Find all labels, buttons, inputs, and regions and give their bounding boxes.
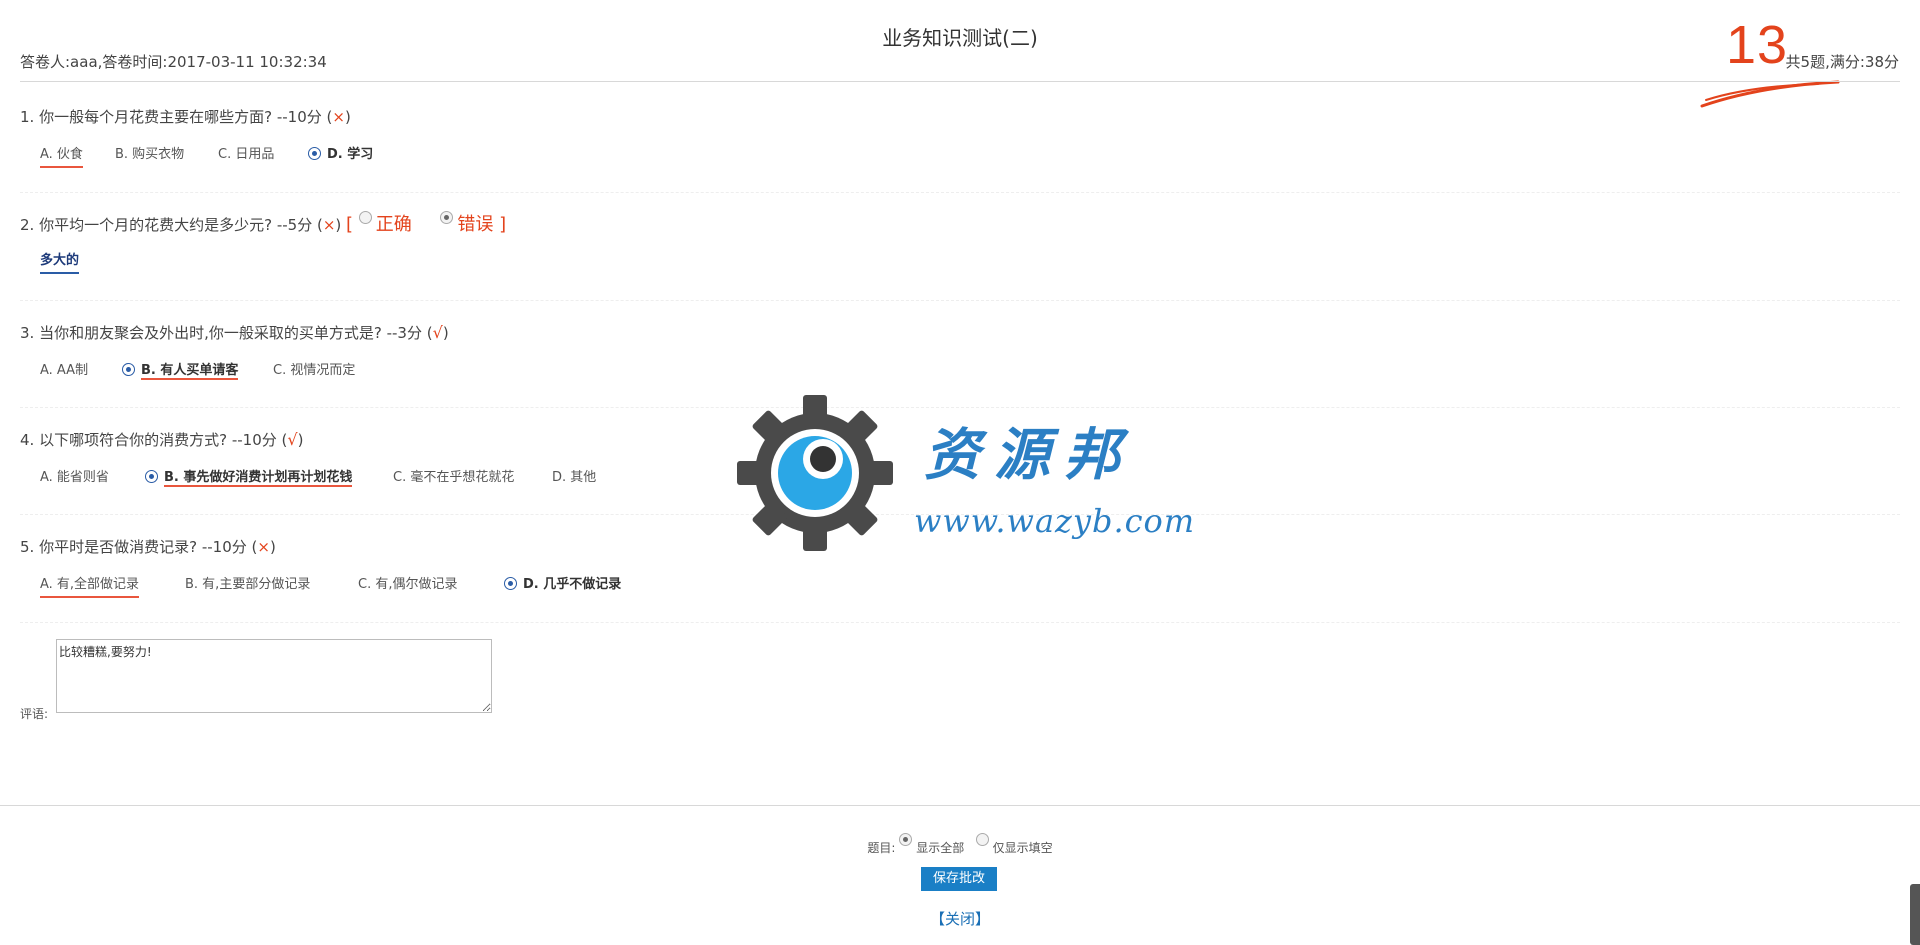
option-a: A. AA制 <box>40 363 89 378</box>
exam-summary: 共5题,满分:38分 <box>1785 53 1899 71</box>
option-d-selected: D. 几乎不做记录 <box>504 574 621 596</box>
question-points: --10分 <box>276 108 322 126</box>
header-divider <box>20 81 1900 82</box>
result-wrong-mark: × <box>322 216 336 234</box>
filter-all-radio[interactable] <box>899 833 913 846</box>
question-points: --5分 <box>276 216 313 234</box>
question-number: 1. <box>20 108 35 126</box>
option-list: A. 伙食 B. 购买衣物 C. 日用品 D. 学习 <box>20 144 1900 168</box>
question-text: 以下哪项符合你的消费方式? <box>39 431 228 449</box>
option-list: A. AA制 B. 有人买单请客 C. 视情况而定 <box>20 360 1900 382</box>
question-divider <box>20 192 1900 193</box>
option-a: A. 伙食 <box>40 144 83 168</box>
question-filter: 题目: 显示全部 仅显示填空 <box>0 833 1920 856</box>
question-text: 你平均一个月的花费大约是多少元? <box>39 216 273 234</box>
result-correct-mark: √ <box>287 430 298 449</box>
option-list: A. 有,全部做记录 B. 有,主要部分做记录 C. 有,偶尔做记录 D. 几乎… <box>20 574 1900 598</box>
judge-group: [ 正确 错误 ] <box>346 211 506 235</box>
total-score: 13 <box>1726 15 1789 75</box>
question-1: 1. 你一般每个月花费主要在哪些方面? --10分 (×) A. 伙食 B. 购… <box>20 106 1900 168</box>
option-a: A. 能省则省 <box>40 470 109 485</box>
question-divider <box>20 300 1900 301</box>
question-points: --3分 <box>386 324 422 342</box>
judge-wrong-label: 错误 <box>457 214 494 235</box>
question-title: 3. 当你和朋友聚会及外出时,你一般采取的买单方式是? --3分 (√) <box>20 323 449 342</box>
radio-selected-icon <box>145 470 158 483</box>
radio-selected-icon <box>308 147 321 160</box>
option-d: D. 其他 <box>552 470 597 485</box>
filter-label: 题目: <box>867 841 896 855</box>
fill-in-answer: 多大的 <box>40 250 80 274</box>
gear-eye-logo-icon <box>737 395 893 551</box>
question-title: 1. 你一般每个月花费主要在哪些方面? --10分 (×) <box>20 108 351 126</box>
option-d-selected: D. 学习 <box>308 144 373 166</box>
comment-textarea[interactable]: 比较糟糕,要努力! <box>56 639 492 713</box>
question-text: 你平时是否做消费记录? <box>39 538 198 556</box>
question-number: 2. <box>20 216 35 234</box>
radio-selected-icon <box>504 577 517 590</box>
question-3: 3. 当你和朋友聚会及外出时,你一般采取的买单方式是? --3分 (√) A. … <box>20 322 1900 382</box>
result-correct-mark: √ <box>432 323 443 342</box>
option-c: C. 视情况而定 <box>273 363 356 378</box>
watermark-url: www.wazyb.com <box>914 502 1196 540</box>
respondent-info: 答卷人:aaa,答卷时间:2017-03-11 10:32:34 <box>20 53 327 71</box>
question-2: 2. 你平均一个月的花费大约是多少元? --5分 (×) [ 正确 错误 ] 多… <box>20 211 1900 276</box>
option-c: C. 有,偶尔做记录 <box>358 577 458 592</box>
question-text: 你一般每个月花费主要在哪些方面? <box>39 108 273 126</box>
question-number: 4. <box>20 431 35 449</box>
question-5: 5. 你平时是否做消费记录? --10分 (×) A. 有,全部做记录 B. 有… <box>20 536 1900 598</box>
watermark-brand: 资源邦 <box>924 422 1134 488</box>
question-divider <box>20 407 1900 408</box>
judge-correct-radio[interactable] <box>358 211 372 224</box>
save-grading-button[interactable]: 保存批改 <box>921 867 997 891</box>
side-scroll-handle[interactable] <box>1910 884 1920 945</box>
judge-correct-label: 正确 <box>375 214 412 235</box>
option-b: B. 购买衣物 <box>115 147 185 162</box>
question-points: --10分 <box>201 538 247 556</box>
filter-blank-radio[interactable] <box>975 833 989 846</box>
judge-wrong-radio[interactable] <box>440 211 454 224</box>
option-b-selected: B. 有人买单请客 <box>122 360 239 382</box>
option-b-selected: B. 事先做好消费计划再计划花钱 <box>145 467 353 489</box>
filter-all-label: 显示全部 <box>916 841 965 855</box>
question-number: 5. <box>20 538 35 556</box>
question-text: 当你和朋友聚会及外出时,你一般采取的买单方式是? <box>39 324 382 342</box>
result-wrong-mark: × <box>257 538 270 556</box>
page-title: 业务知识测试(二) <box>882 26 1038 50</box>
footer-divider <box>0 805 1920 806</box>
option-b: B. 有,主要部分做记录 <box>185 577 311 592</box>
question-divider <box>20 622 1900 623</box>
radio-selected-icon <box>122 363 135 376</box>
question-points: --10分 <box>231 431 277 449</box>
close-link[interactable]: 【关闭】 <box>0 908 1920 929</box>
option-c: C. 毫不在乎想花就花 <box>393 470 515 485</box>
question-number: 3. <box>20 324 35 342</box>
comment-label: 评语: <box>20 707 49 721</box>
option-c: C. 日用品 <box>218 147 275 162</box>
result-wrong-mark: × <box>332 108 345 126</box>
question-title: 2. 你平均一个月的花费大约是多少元? --5分 (×) [ 正确 错误 ] <box>20 211 1900 235</box>
filter-blank-label: 仅显示填空 <box>992 841 1053 855</box>
option-a: A. 有,全部做记录 <box>40 574 140 598</box>
